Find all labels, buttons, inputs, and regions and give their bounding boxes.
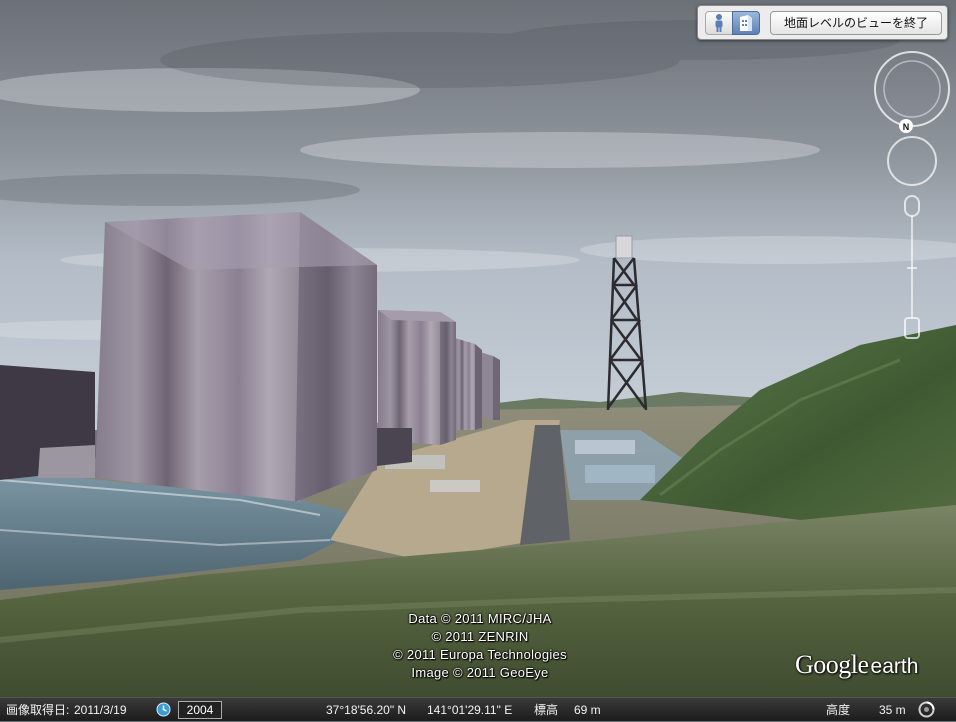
elevation-label: 標高	[534, 703, 559, 717]
attribution-line: Data © 2011 MIRC/JHA	[408, 611, 552, 626]
building-icon	[740, 15, 752, 31]
street-view-person-button[interactable]	[705, 11, 733, 35]
attribution-line: © 2011 Europa Technologies	[393, 647, 567, 662]
ground-level-scene	[0, 0, 956, 697]
longitude-readout: 141°01'29.11" E	[427, 703, 513, 717]
historical-imagery-icon[interactable]	[156, 702, 171, 717]
imagery-date: 2011/3/19	[74, 703, 127, 717]
altitude-label: 高度	[826, 703, 851, 717]
attribution-line: © 2011 ZENRIN	[431, 629, 529, 644]
navigation-controls: N	[870, 50, 954, 350]
3d-viewport[interactable]: 地面レベルのビューを終了 N Data © 2011 MIRC/JHA © 20…	[0, 0, 956, 697]
move-joystick[interactable]	[887, 136, 937, 186]
logo-earth-text: earth	[870, 655, 919, 678]
google-earth-logo: Googleearth	[795, 650, 918, 680]
historical-year-box[interactable]: 2004	[178, 701, 222, 719]
imagery-date-label: 画像取得日:	[6, 703, 70, 717]
look-around-ring[interactable]	[874, 51, 950, 127]
elevation-value: 69 m	[574, 703, 601, 717]
latitude-readout: 37°18'56.20" N	[326, 703, 407, 717]
north-label: N	[903, 122, 910, 132]
person-icon	[715, 14, 723, 32]
data-attribution: Data © 2011 MIRC/JHA © 2011 ZENRIN © 201…	[330, 610, 630, 682]
building-view-button[interactable]	[732, 11, 760, 35]
ground-view-toolbar: 地面レベルのビューを終了	[697, 5, 948, 40]
attribution-line: Image © 2011 GeoEye	[411, 665, 549, 680]
streaming-progress-icon	[918, 701, 935, 718]
zoom-slider[interactable]	[904, 195, 920, 339]
exit-ground-view-button[interactable]: 地面レベルのビューを終了	[770, 11, 942, 35]
altitude-value: 35 m	[879, 703, 906, 717]
logo-google-text: Google	[795, 650, 869, 679]
status-bar: 画像取得日: 2011/3/19 2004 37°18'56.20" N 141…	[0, 697, 956, 721]
